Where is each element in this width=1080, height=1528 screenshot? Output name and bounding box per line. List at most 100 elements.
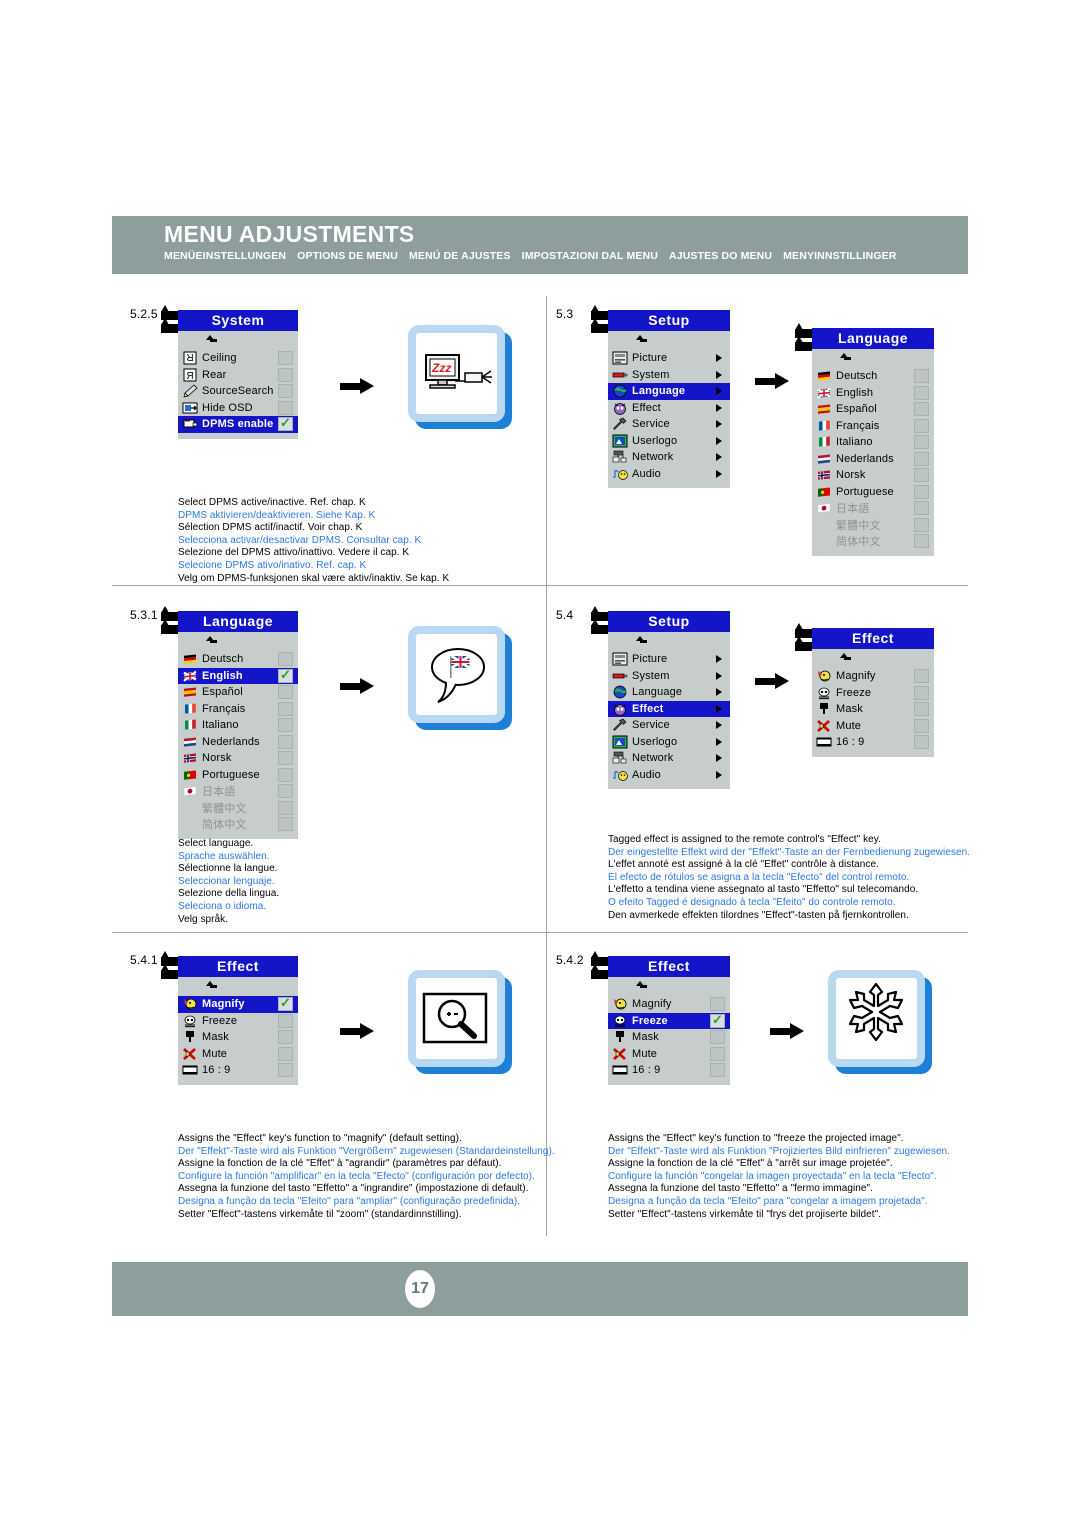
osd-item-checkbox[interactable]: [914, 385, 929, 400]
osd-item-checkbox[interactable]: [278, 767, 293, 782]
osd-item-service[interactable]: Service: [608, 717, 730, 734]
osd-item-checkbox[interactable]: [278, 800, 293, 815]
osd-item-checkbox[interactable]: [278, 685, 293, 700]
osd-item-checkbox[interactable]: [278, 367, 293, 382]
osd-item-checkbox[interactable]: [710, 1046, 725, 1061]
osd-item-italiano[interactable]: Italiano: [178, 717, 298, 734]
osd-item-userlogo[interactable]: Userlogo: [608, 734, 730, 751]
osd-item-portuguese[interactable]: Portuguese: [178, 767, 298, 784]
up-arrow-icon[interactable]: [636, 981, 648, 993]
osd-item-magnify[interactable]: Magnify: [178, 995, 298, 1013]
osd-item-checkbox[interactable]: [278, 1030, 293, 1045]
osd-back-row[interactable]: [608, 333, 730, 350]
osd-item-[interactable]: 繁體中文: [812, 517, 934, 534]
osd-item-dpms-enable[interactable]: DPMS enable: [178, 415, 298, 433]
osd-item-16-9[interactable]: 16 : 9: [178, 1062, 298, 1079]
up-arrow-icon[interactable]: [206, 981, 218, 993]
osd-item-checkbox[interactable]: [914, 735, 929, 750]
osd-item-checkbox[interactable]: [914, 418, 929, 433]
osd-item-mute[interactable]: Mute: [812, 718, 934, 735]
osd-item-service[interactable]: Service: [608, 416, 730, 433]
osd-item-network[interactable]: Network: [608, 750, 730, 767]
osd-item-checkbox[interactable]: [914, 451, 929, 466]
osd-item-mask[interactable]: Mask: [178, 1029, 298, 1046]
osd-item-checkbox[interactable]: [278, 751, 293, 766]
osd-item-checkbox[interactable]: [278, 784, 293, 799]
osd-back-row[interactable]: [608, 634, 730, 651]
osd-back-row[interactable]: [608, 979, 730, 996]
osd-item-checkbox[interactable]: [710, 997, 725, 1012]
osd-item-italiano[interactable]: Italiano: [812, 434, 934, 451]
osd-item-checkbox[interactable]: [278, 652, 293, 667]
osd-back-row[interactable]: [178, 634, 298, 651]
osd-item-16-9[interactable]: 16 : 9: [812, 734, 934, 751]
osd-item-checkbox[interactable]: [914, 534, 929, 549]
osd-item-checkbox[interactable]: [278, 400, 293, 415]
osd-item-checkbox[interactable]: [278, 995, 293, 1012]
osd-item-[interactable]: 日本語: [812, 500, 934, 517]
osd-item-checkbox[interactable]: [914, 369, 929, 384]
osd-item-sourcesearch[interactable]: SourceSearch: [178, 383, 298, 400]
up-arrow-icon[interactable]: [206, 335, 218, 347]
osd-item-audio[interactable]: Audio: [608, 767, 730, 784]
osd-item-ceiling[interactable]: R Ceiling: [178, 350, 298, 367]
osd-item-deutsch[interactable]: Deutsch: [178, 651, 298, 668]
osd-item-checkbox[interactable]: [914, 669, 929, 684]
osd-item-checkbox[interactable]: [278, 701, 293, 716]
osd-item-checkbox[interactable]: [278, 817, 293, 832]
osd-back-row[interactable]: [812, 651, 934, 668]
osd-item-fran-ais[interactable]: Français: [812, 418, 934, 435]
osd-item-portuguese[interactable]: Portuguese: [812, 484, 934, 501]
up-arrow-icon[interactable]: [636, 335, 648, 347]
osd-item-rear[interactable]: R Rear: [178, 367, 298, 384]
osd-item-language[interactable]: Language: [608, 684, 730, 701]
osd-item-english[interactable]: English: [178, 667, 298, 684]
up-arrow-icon[interactable]: [206, 636, 218, 648]
osd-item-checkbox[interactable]: [710, 1030, 725, 1045]
up-arrow-icon[interactable]: [636, 636, 648, 648]
osd-item-espa-ol[interactable]: Español: [178, 684, 298, 701]
osd-item-checkbox[interactable]: [914, 402, 929, 417]
osd-item-checkbox[interactable]: [278, 718, 293, 733]
osd-item-checkbox[interactable]: [914, 501, 929, 516]
osd-item-picture[interactable]: Picture: [608, 350, 730, 367]
osd-item-[interactable]: 简体中文: [178, 816, 298, 833]
osd-item-nederlands[interactable]: Nederlands: [178, 734, 298, 751]
osd-item-checkbox[interactable]: [278, 415, 293, 432]
osd-item-userlogo[interactable]: Userlogo: [608, 433, 730, 450]
osd-back-row[interactable]: [178, 979, 298, 996]
osd-item-nederlands[interactable]: Nederlands: [812, 451, 934, 468]
osd-item-16-9[interactable]: 16 : 9: [608, 1062, 730, 1079]
osd-item-hide-osd[interactable]: Hide OSD: [178, 400, 298, 417]
osd-item-deutsch[interactable]: Deutsch: [812, 368, 934, 385]
osd-item-mute[interactable]: Mute: [608, 1046, 730, 1063]
osd-item-english[interactable]: English: [812, 385, 934, 402]
osd-item-mask[interactable]: Mask: [812, 701, 934, 718]
osd-item-system[interactable]: System: [608, 367, 730, 384]
osd-item-espa-ol[interactable]: Español: [812, 401, 934, 418]
osd-item-checkbox[interactable]: [914, 517, 929, 532]
osd-item-checkbox[interactable]: [278, 734, 293, 749]
osd-item-norsk[interactable]: Norsk: [178, 750, 298, 767]
osd-item-language[interactable]: Language: [608, 383, 730, 400]
up-arrow-icon[interactable]: [840, 653, 852, 665]
osd-back-row[interactable]: [178, 333, 298, 350]
osd-item-checkbox[interactable]: [278, 1046, 293, 1061]
osd-item-checkbox[interactable]: [278, 384, 293, 399]
osd-item-magnify[interactable]: Magnify: [608, 996, 730, 1013]
osd-item-freeze[interactable]: Freeze: [178, 1013, 298, 1030]
osd-item-checkbox[interactable]: [710, 1012, 725, 1028]
osd-item-effect[interactable]: Effect: [608, 700, 730, 717]
osd-item-checkbox[interactable]: [914, 435, 929, 450]
osd-item-checkbox[interactable]: [914, 468, 929, 483]
osd-item-mask[interactable]: Mask: [608, 1029, 730, 1046]
osd-item-checkbox[interactable]: [914, 484, 929, 499]
osd-item-magnify[interactable]: Magnify: [812, 668, 934, 685]
osd-item-checkbox[interactable]: [914, 685, 929, 700]
osd-item-checkbox[interactable]: [278, 1013, 293, 1028]
osd-item-[interactable]: 繁體中文: [178, 800, 298, 817]
osd-item-[interactable]: 日本語: [178, 783, 298, 800]
osd-back-row[interactable]: [812, 351, 934, 368]
up-arrow-icon[interactable]: [840, 353, 852, 365]
osd-item-effect[interactable]: Effect: [608, 400, 730, 417]
